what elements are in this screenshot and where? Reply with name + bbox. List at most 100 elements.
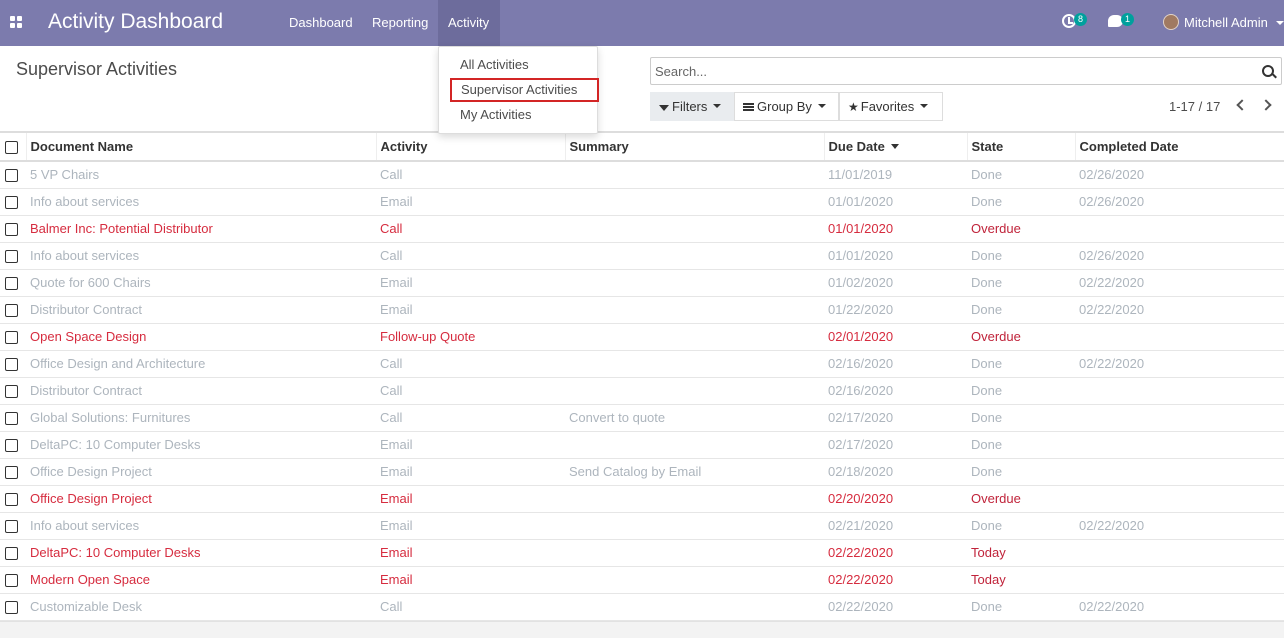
cell-activity[interactable]: Call: [376, 242, 565, 269]
cell-due-date[interactable]: 02/16/2020: [824, 350, 967, 377]
cell-document-name[interactable]: Office Design Project: [26, 485, 376, 512]
cell-due-date[interactable]: 02/21/2020: [824, 512, 967, 539]
dropdown-item-supervisor-activities[interactable]: Supervisor Activities: [450, 78, 599, 102]
cell-state[interactable]: Done: [967, 161, 1075, 188]
cell-summary[interactable]: [565, 161, 824, 188]
row-checkbox-cell[interactable]: [0, 566, 26, 593]
row-checkbox[interactable]: [5, 547, 18, 561]
row-checkbox-cell[interactable]: [0, 323, 26, 350]
cell-state[interactable]: Done: [967, 269, 1075, 296]
cell-state[interactable]: Today: [967, 539, 1075, 566]
row-checkbox-cell[interactable]: [0, 188, 26, 215]
row-checkbox[interactable]: [5, 304, 18, 318]
row-checkbox[interactable]: [5, 520, 18, 534]
cell-summary[interactable]: [565, 242, 824, 269]
cell-document-name[interactable]: DeltaPC: 10 Computer Desks: [26, 539, 376, 566]
cell-activity[interactable]: Email: [376, 458, 565, 485]
cell-state[interactable]: Done: [967, 593, 1075, 620]
menu-dashboard[interactable]: Dashboard: [279, 0, 363, 46]
cell-completed-date[interactable]: [1075, 323, 1284, 350]
search-icon[interactable]: [1262, 65, 1274, 77]
cell-document-name[interactable]: Office Design Project: [26, 458, 376, 485]
cell-document-name[interactable]: Info about services: [26, 188, 376, 215]
user-menu-caret-icon[interactable]: [1276, 21, 1284, 25]
cell-completed-date[interactable]: 02/22/2020: [1075, 593, 1284, 620]
select-all-checkbox-cell[interactable]: [0, 132, 26, 161]
table-row[interactable]: DeltaPC: 10 Computer Desks Email 02/17/202…: [0, 431, 1284, 458]
cell-summary[interactable]: [565, 377, 824, 404]
cell-state[interactable]: Done: [967, 404, 1075, 431]
cell-completed-date[interactable]: [1075, 377, 1284, 404]
menu-activity[interactable]: Activity: [438, 0, 500, 46]
pager-value[interactable]: 1-17 / 17: [1169, 99, 1220, 114]
cell-completed-date[interactable]: [1075, 404, 1284, 431]
cell-summary[interactable]: [565, 485, 824, 512]
cell-summary[interactable]: [565, 539, 824, 566]
cell-state[interactable]: Done: [967, 188, 1075, 215]
cell-completed-date[interactable]: 02/26/2020: [1075, 188, 1284, 215]
row-checkbox[interactable]: [5, 169, 18, 183]
cell-state[interactable]: Overdue: [967, 485, 1075, 512]
row-checkbox-cell[interactable]: [0, 512, 26, 539]
cell-completed-date[interactable]: 02/22/2020: [1075, 269, 1284, 296]
cell-completed-date[interactable]: 02/22/2020: [1075, 296, 1284, 323]
row-checkbox-cell[interactable]: [0, 404, 26, 431]
table-row[interactable]: Distributor Contract Email 01/22/2020 Done 0…: [0, 296, 1284, 323]
table-row[interactable]: Modern Open Space Email 02/22/2020 Today: [0, 566, 1284, 593]
cell-state[interactable]: Done: [967, 431, 1075, 458]
cell-document-name[interactable]: Modern Open Space: [26, 566, 376, 593]
cell-document-name[interactable]: Info about services: [26, 512, 376, 539]
cell-summary[interactable]: [565, 593, 824, 620]
cell-document-name[interactable]: Quote for 600 Chairs: [26, 269, 376, 296]
row-checkbox[interactable]: [5, 223, 18, 237]
search-input[interactable]: [655, 62, 1245, 80]
cell-due-date[interactable]: 02/17/2020: [824, 431, 967, 458]
cell-state[interactable]: Today: [967, 566, 1075, 593]
select-all-checkbox[interactable]: [5, 141, 18, 155]
cell-due-date[interactable]: 02/17/2020: [824, 404, 967, 431]
cell-due-date[interactable]: 01/01/2020: [824, 215, 967, 242]
cell-document-name[interactable]: Info about services: [26, 242, 376, 269]
table-row[interactable]: Open Space Design Follow-up Quote 02/01/20…: [0, 323, 1284, 350]
row-checkbox-cell[interactable]: [0, 431, 26, 458]
table-row[interactable]: Distributor Contract Call 02/16/2020 Done: [0, 377, 1284, 404]
cell-due-date[interactable]: 02/16/2020: [824, 377, 967, 404]
row-checkbox-cell[interactable]: [0, 458, 26, 485]
cell-completed-date[interactable]: 02/26/2020: [1075, 161, 1284, 188]
row-checkbox[interactable]: [5, 250, 18, 264]
cell-summary[interactable]: [565, 296, 824, 323]
cell-due-date[interactable]: 11/01/2019: [824, 161, 967, 188]
row-checkbox-cell[interactable]: [0, 539, 26, 566]
row-checkbox[interactable]: [5, 574, 18, 588]
cell-state[interactable]: Done: [967, 458, 1075, 485]
cell-state[interactable]: Done: [967, 296, 1075, 323]
cell-activity[interactable]: Call: [376, 377, 565, 404]
cell-document-name[interactable]: DeltaPC: 10 Computer Desks: [26, 431, 376, 458]
pager-previous-icon[interactable]: [1236, 99, 1248, 111]
cell-summary[interactable]: Convert to quote: [565, 404, 824, 431]
cell-summary[interactable]: [565, 269, 824, 296]
cell-state[interactable]: Overdue: [967, 323, 1075, 350]
cell-activity[interactable]: Call: [376, 404, 565, 431]
cell-state[interactable]: Overdue: [967, 215, 1075, 242]
cell-activity[interactable]: Email: [376, 188, 565, 215]
row-checkbox[interactable]: [5, 493, 18, 507]
row-checkbox-cell[interactable]: [0, 593, 26, 620]
cell-document-name[interactable]: Distributor Contract: [26, 377, 376, 404]
group-by-button[interactable]: Group By: [734, 92, 839, 121]
cell-completed-date[interactable]: [1075, 539, 1284, 566]
cell-state[interactable]: Done: [967, 242, 1075, 269]
cell-activity[interactable]: Call: [376, 593, 565, 620]
table-row[interactable]: Office Design Project Email 02/20/2020 Over…: [0, 485, 1284, 512]
row-checkbox[interactable]: [5, 601, 18, 615]
row-checkbox[interactable]: [5, 466, 18, 480]
user-menu[interactable]: Mitchell Admin: [1184, 15, 1268, 30]
cell-due-date[interactable]: 02/22/2020: [824, 593, 967, 620]
cell-activity[interactable]: Email: [376, 512, 565, 539]
column-summary[interactable]: Summary: [564, 132, 824, 161]
cell-activity[interactable]: Email: [376, 539, 565, 566]
cell-due-date[interactable]: 01/01/2020: [824, 188, 967, 215]
cell-activity[interactable]: Email: [376, 431, 565, 458]
dropdown-item-my-activities[interactable]: My Activities: [451, 104, 599, 128]
table-row[interactable]: Info about services Call 01/01/2020 Done 02/…: [0, 242, 1284, 269]
